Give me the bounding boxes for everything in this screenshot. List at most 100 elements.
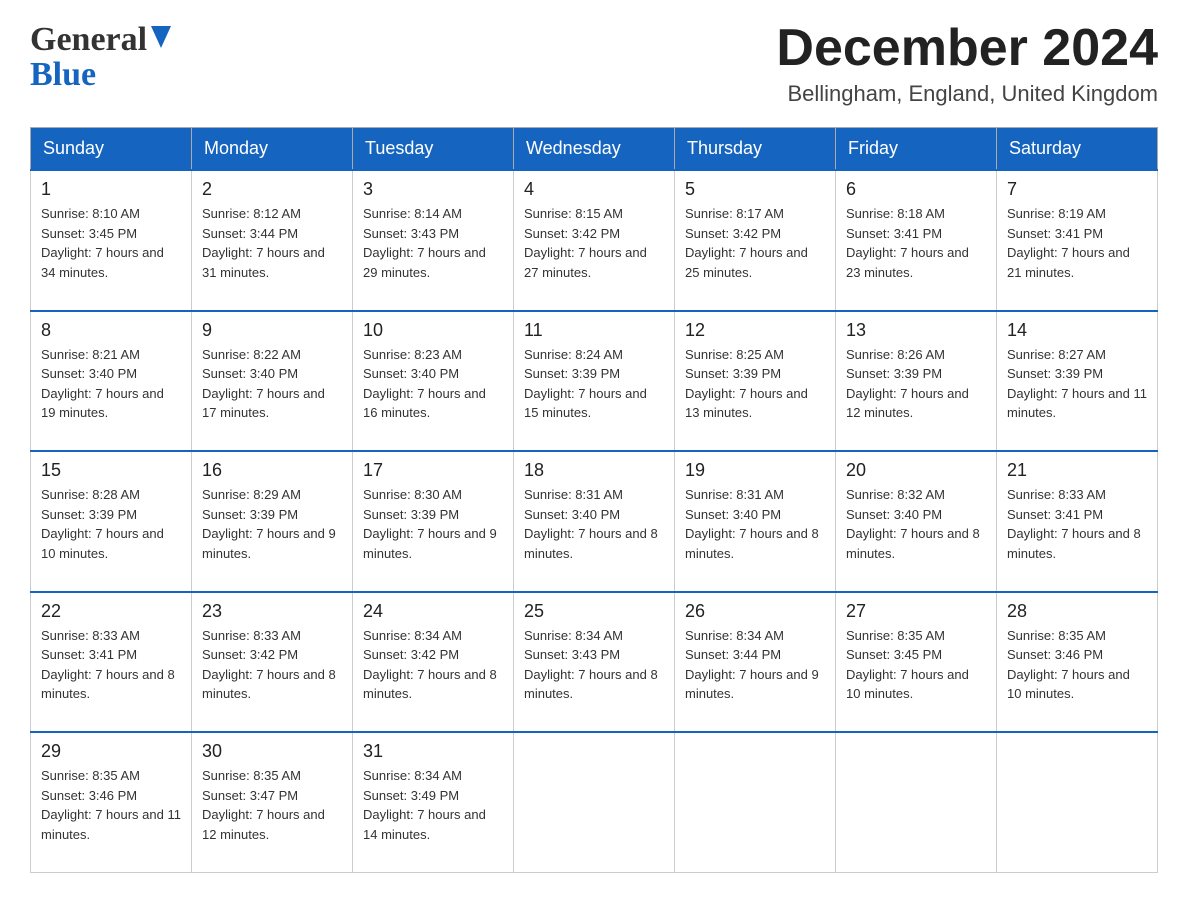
week-row-2: 8 Sunrise: 8:21 AM Sunset: 3:40 PM Dayli… xyxy=(31,311,1158,452)
cell-info: Sunrise: 8:35 AM Sunset: 3:47 PM Dayligh… xyxy=(202,766,342,864)
cell-info: Sunrise: 8:34 AM Sunset: 3:44 PM Dayligh… xyxy=(685,626,825,724)
cell-info: Sunrise: 8:29 AM Sunset: 3:39 PM Dayligh… xyxy=(202,485,342,583)
cell-info: Sunrise: 8:12 AM Sunset: 3:44 PM Dayligh… xyxy=(202,204,342,302)
cell-info: Sunrise: 8:28 AM Sunset: 3:39 PM Dayligh… xyxy=(41,485,181,583)
day-number: 30 xyxy=(202,741,342,762)
day-number: 14 xyxy=(1007,320,1147,341)
day-number: 5 xyxy=(685,179,825,200)
day-number: 19 xyxy=(685,460,825,481)
cell-info: Sunrise: 8:34 AM Sunset: 3:43 PM Dayligh… xyxy=(524,626,664,724)
week-row-3: 15 Sunrise: 8:28 AM Sunset: 3:39 PM Dayl… xyxy=(31,451,1158,592)
calendar-cell: 8 Sunrise: 8:21 AM Sunset: 3:40 PM Dayli… xyxy=(31,311,192,452)
header-saturday: Saturday xyxy=(997,128,1158,171)
calendar-cell: 31 Sunrise: 8:34 AM Sunset: 3:49 PM Dayl… xyxy=(353,732,514,872)
day-number: 16 xyxy=(202,460,342,481)
day-number: 13 xyxy=(846,320,986,341)
day-number: 21 xyxy=(1007,460,1147,481)
cell-info: Sunrise: 8:23 AM Sunset: 3:40 PM Dayligh… xyxy=(363,345,503,443)
logo-area: General Blue xyxy=(30,20,171,94)
cell-info: Sunrise: 8:35 AM Sunset: 3:46 PM Dayligh… xyxy=(1007,626,1147,724)
header-monday: Monday xyxy=(192,128,353,171)
cell-info: Sunrise: 8:31 AM Sunset: 3:40 PM Dayligh… xyxy=(524,485,664,583)
title-area: December 2024 Bellingham, England, Unite… xyxy=(776,20,1158,107)
calendar-cell: 30 Sunrise: 8:35 AM Sunset: 3:47 PM Dayl… xyxy=(192,732,353,872)
calendar-cell: 11 Sunrise: 8:24 AM Sunset: 3:39 PM Dayl… xyxy=(514,311,675,452)
month-title: December 2024 xyxy=(776,20,1158,77)
cell-info: Sunrise: 8:19 AM Sunset: 3:41 PM Dayligh… xyxy=(1007,204,1147,302)
calendar-cell xyxy=(675,732,836,872)
day-number: 11 xyxy=(524,320,664,341)
cell-info: Sunrise: 8:31 AM Sunset: 3:40 PM Dayligh… xyxy=(685,485,825,583)
calendar-table: Sunday Monday Tuesday Wednesday Thursday… xyxy=(30,127,1158,873)
day-number: 24 xyxy=(363,601,503,622)
cell-info: Sunrise: 8:35 AM Sunset: 3:45 PM Dayligh… xyxy=(846,626,986,724)
day-number: 31 xyxy=(363,741,503,762)
calendar-cell: 10 Sunrise: 8:23 AM Sunset: 3:40 PM Dayl… xyxy=(353,311,514,452)
logo-blue: Blue xyxy=(30,55,171,94)
calendar-cell xyxy=(514,732,675,872)
calendar-cell: 17 Sunrise: 8:30 AM Sunset: 3:39 PM Dayl… xyxy=(353,451,514,592)
cell-info: Sunrise: 8:22 AM Sunset: 3:40 PM Dayligh… xyxy=(202,345,342,443)
cell-info: Sunrise: 8:24 AM Sunset: 3:39 PM Dayligh… xyxy=(524,345,664,443)
calendar-cell: 29 Sunrise: 8:35 AM Sunset: 3:46 PM Dayl… xyxy=(31,732,192,872)
day-number: 8 xyxy=(41,320,181,341)
calendar-cell: 6 Sunrise: 8:18 AM Sunset: 3:41 PM Dayli… xyxy=(836,170,997,311)
calendar-cell: 12 Sunrise: 8:25 AM Sunset: 3:39 PM Dayl… xyxy=(675,311,836,452)
calendar-cell: 14 Sunrise: 8:27 AM Sunset: 3:39 PM Dayl… xyxy=(997,311,1158,452)
day-number: 10 xyxy=(363,320,503,341)
calendar-cell: 22 Sunrise: 8:33 AM Sunset: 3:41 PM Dayl… xyxy=(31,592,192,733)
calendar-cell: 27 Sunrise: 8:35 AM Sunset: 3:45 PM Dayl… xyxy=(836,592,997,733)
calendar-cell: 7 Sunrise: 8:19 AM Sunset: 3:41 PM Dayli… xyxy=(997,170,1158,311)
calendar-cell: 20 Sunrise: 8:32 AM Sunset: 3:40 PM Dayl… xyxy=(836,451,997,592)
cell-info: Sunrise: 8:14 AM Sunset: 3:43 PM Dayligh… xyxy=(363,204,503,302)
cell-info: Sunrise: 8:33 AM Sunset: 3:41 PM Dayligh… xyxy=(1007,485,1147,583)
cell-info: Sunrise: 8:34 AM Sunset: 3:42 PM Dayligh… xyxy=(363,626,503,724)
day-number: 3 xyxy=(363,179,503,200)
day-number: 20 xyxy=(846,460,986,481)
cell-info: Sunrise: 8:15 AM Sunset: 3:42 PM Dayligh… xyxy=(524,204,664,302)
day-number: 15 xyxy=(41,460,181,481)
logo-general: General xyxy=(30,20,147,59)
calendar-cell: 25 Sunrise: 8:34 AM Sunset: 3:43 PM Dayl… xyxy=(514,592,675,733)
cell-info: Sunrise: 8:35 AM Sunset: 3:46 PM Dayligh… xyxy=(41,766,181,864)
calendar-cell: 2 Sunrise: 8:12 AM Sunset: 3:44 PM Dayli… xyxy=(192,170,353,311)
cell-info: Sunrise: 8:33 AM Sunset: 3:42 PM Dayligh… xyxy=(202,626,342,724)
calendar-cell: 28 Sunrise: 8:35 AM Sunset: 3:46 PM Dayl… xyxy=(997,592,1158,733)
cell-info: Sunrise: 8:27 AM Sunset: 3:39 PM Dayligh… xyxy=(1007,345,1147,443)
page-header: General Blue December 2024 Bellingham, E… xyxy=(30,20,1158,107)
cell-info: Sunrise: 8:32 AM Sunset: 3:40 PM Dayligh… xyxy=(846,485,986,583)
header-thursday: Thursday xyxy=(675,128,836,171)
calendar-cell: 9 Sunrise: 8:22 AM Sunset: 3:40 PM Dayli… xyxy=(192,311,353,452)
day-number: 4 xyxy=(524,179,664,200)
cell-info: Sunrise: 8:21 AM Sunset: 3:40 PM Dayligh… xyxy=(41,345,181,443)
calendar-cell xyxy=(836,732,997,872)
cell-info: Sunrise: 8:18 AM Sunset: 3:41 PM Dayligh… xyxy=(846,204,986,302)
day-number: 9 xyxy=(202,320,342,341)
weekday-header-row: Sunday Monday Tuesday Wednesday Thursday… xyxy=(31,128,1158,171)
calendar-cell: 24 Sunrise: 8:34 AM Sunset: 3:42 PM Dayl… xyxy=(353,592,514,733)
day-number: 27 xyxy=(846,601,986,622)
calendar-cell: 13 Sunrise: 8:26 AM Sunset: 3:39 PM Dayl… xyxy=(836,311,997,452)
day-number: 25 xyxy=(524,601,664,622)
header-tuesday: Tuesday xyxy=(353,128,514,171)
location-subtitle: Bellingham, England, United Kingdom xyxy=(776,81,1158,107)
cell-info: Sunrise: 8:30 AM Sunset: 3:39 PM Dayligh… xyxy=(363,485,503,583)
calendar-cell: 18 Sunrise: 8:31 AM Sunset: 3:40 PM Dayl… xyxy=(514,451,675,592)
day-number: 26 xyxy=(685,601,825,622)
calendar-cell: 4 Sunrise: 8:15 AM Sunset: 3:42 PM Dayli… xyxy=(514,170,675,311)
cell-info: Sunrise: 8:33 AM Sunset: 3:41 PM Dayligh… xyxy=(41,626,181,724)
day-number: 18 xyxy=(524,460,664,481)
calendar-cell: 21 Sunrise: 8:33 AM Sunset: 3:41 PM Dayl… xyxy=(997,451,1158,592)
cell-info: Sunrise: 8:25 AM Sunset: 3:39 PM Dayligh… xyxy=(685,345,825,443)
calendar-cell: 5 Sunrise: 8:17 AM Sunset: 3:42 PM Dayli… xyxy=(675,170,836,311)
day-number: 29 xyxy=(41,741,181,762)
day-number: 22 xyxy=(41,601,181,622)
cell-info: Sunrise: 8:17 AM Sunset: 3:42 PM Dayligh… xyxy=(685,204,825,302)
day-number: 28 xyxy=(1007,601,1147,622)
calendar-cell: 16 Sunrise: 8:29 AM Sunset: 3:39 PM Dayl… xyxy=(192,451,353,592)
logo-arrow-icon xyxy=(151,26,171,48)
calendar-cell: 23 Sunrise: 8:33 AM Sunset: 3:42 PM Dayl… xyxy=(192,592,353,733)
header-friday: Friday xyxy=(836,128,997,171)
header-sunday: Sunday xyxy=(31,128,192,171)
calendar-cell: 3 Sunrise: 8:14 AM Sunset: 3:43 PM Dayli… xyxy=(353,170,514,311)
